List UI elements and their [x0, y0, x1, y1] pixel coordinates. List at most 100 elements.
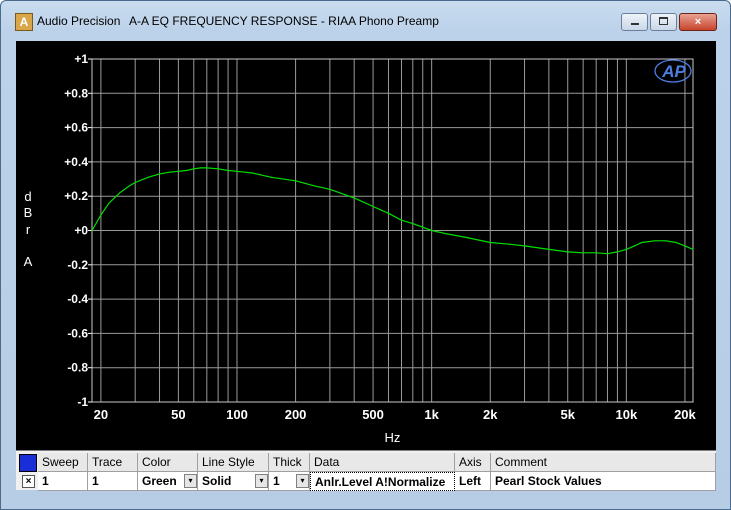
y-tick-label: -0.2 [67, 258, 88, 272]
app-title: Audio Precision [37, 14, 121, 28]
x-tick-label: 10k [615, 407, 637, 422]
series-point [147, 176, 149, 178]
series-point [270, 176, 272, 178]
x-tick-label: 50 [171, 407, 185, 422]
color-dropdown-icon[interactable]: ▾ [184, 474, 197, 488]
series-point [251, 172, 253, 174]
header-thick[interactable]: Thick [269, 453, 310, 472]
x-tick-label: 20k [674, 407, 696, 422]
series-point [329, 188, 331, 190]
series-point [295, 180, 297, 182]
series-point [692, 248, 694, 250]
y-tick-label: +0 [74, 224, 88, 238]
x-tick-label: 200 [285, 407, 307, 422]
trace-enable-checkbox[interactable]: × [22, 475, 35, 488]
series-point [633, 245, 636, 247]
cell-comment[interactable]: Pearl Stock Values [491, 472, 716, 491]
y-tick-label: -0.8 [67, 361, 88, 375]
series-point [625, 248, 627, 250]
series-point [675, 241, 677, 244]
series-point [489, 241, 491, 244]
series-line [91, 167, 694, 255]
series-point [236, 170, 238, 172]
y-tick-label: +0.8 [64, 86, 88, 100]
y-tick-label: -1 [77, 395, 88, 409]
cell-axis[interactable]: Left [455, 472, 491, 491]
line-style-dropdown-icon[interactable]: ▾ [255, 474, 268, 488]
series-point [227, 169, 229, 172]
header-data[interactable]: Data [310, 453, 455, 472]
series-point [119, 192, 121, 194]
series-point [465, 236, 467, 238]
series-point [177, 170, 179, 172]
x-tick-label: 1k [424, 407, 439, 422]
maximize-icon [659, 17, 668, 25]
y-axis-label-char: B [24, 205, 33, 220]
header-color[interactable]: Color [138, 453, 198, 472]
header-axis[interactable]: Axis [455, 453, 491, 472]
series-point [412, 223, 414, 225]
header-trace[interactable]: Trace [88, 453, 138, 472]
series-point [654, 240, 656, 242]
series-point [387, 212, 390, 214]
series-point [548, 248, 550, 250]
y-tick-label: +0.2 [64, 189, 88, 203]
header-comment[interactable]: Comment [491, 453, 716, 472]
x-tick-label: 100 [226, 407, 248, 422]
minimize-icon [630, 23, 639, 25]
series-point [508, 243, 510, 245]
graph-area[interactable]: +1 +0.8 +0.6 +0.4 +0.2 +0 -0.2 -0.4 -0.6 -0.8 -1 20… [16, 41, 716, 489]
y-tick-label: -0.4 [67, 292, 88, 306]
series-point [446, 233, 448, 235]
cell-trace[interactable]: 1 [88, 472, 138, 491]
x-tick-label: 2k [483, 407, 498, 422]
y-axis-label-char: r [26, 222, 31, 237]
series-point [641, 241, 643, 244]
selection-indicator[interactable] [19, 454, 37, 472]
header-sweep[interactable]: Sweep [38, 453, 88, 472]
thick-dropdown-icon[interactable]: ▾ [296, 474, 309, 488]
cell-data[interactable]: Anlr.Level A!Normalize [310, 472, 455, 491]
series-point [431, 229, 433, 232]
y-tick-label: +0.6 [64, 121, 88, 135]
series-point [606, 253, 609, 255]
series-point [91, 229, 93, 232]
series-point [684, 245, 686, 247]
series-point [353, 197, 355, 199]
series-point [582, 252, 584, 254]
minimize-button[interactable] [621, 13, 648, 31]
y-axis-label-char: d [24, 189, 31, 204]
x-tick-label: 20 [94, 407, 108, 422]
series-point [595, 252, 597, 254]
cell-sweep[interactable]: 1 [38, 472, 88, 491]
series-point [217, 168, 219, 170]
series-point [100, 214, 102, 216]
trace-legend-table: Sweep Trace Color Line Style Thick Data … [16, 450, 716, 491]
series-point [108, 202, 110, 204]
series-point [168, 171, 171, 173]
y-tick-label: +1 [74, 52, 88, 66]
app-icon[interactable]: A [15, 13, 33, 31]
close-button[interactable]: × [679, 13, 717, 31]
series-point [185, 169, 187, 172]
frequency-response-chart[interactable]: +1 +0.8 +0.6 +0.4 +0.2 +0 -0.2 -0.4 -0.6 -0.8 -1 20… [16, 41, 716, 450]
series-point [665, 240, 667, 242]
title-bar[interactable]: A Audio Precision A-A EQ FREQUENCY RESPO… [1, 1, 730, 35]
y-axis-label-char: A [24, 254, 33, 269]
series-point [193, 168, 195, 170]
series-point [400, 219, 403, 221]
series-point [313, 185, 316, 187]
series-point [128, 185, 130, 187]
series-point [206, 167, 208, 169]
y-tick-label: -0.6 [67, 326, 88, 340]
series-point [200, 167, 202, 169]
series-point [567, 251, 569, 253]
app-window: A Audio Precision A-A EQ FREQUENCY RESPO… [0, 0, 731, 510]
series-point [616, 251, 619, 253]
series-point [523, 245, 526, 247]
y-tick-label: +0.4 [64, 155, 88, 169]
ap-logo: AP [661, 62, 686, 81]
header-line-style[interactable]: Line Style [198, 453, 269, 472]
maximize-button[interactable] [650, 13, 677, 31]
series-point [372, 205, 374, 208]
